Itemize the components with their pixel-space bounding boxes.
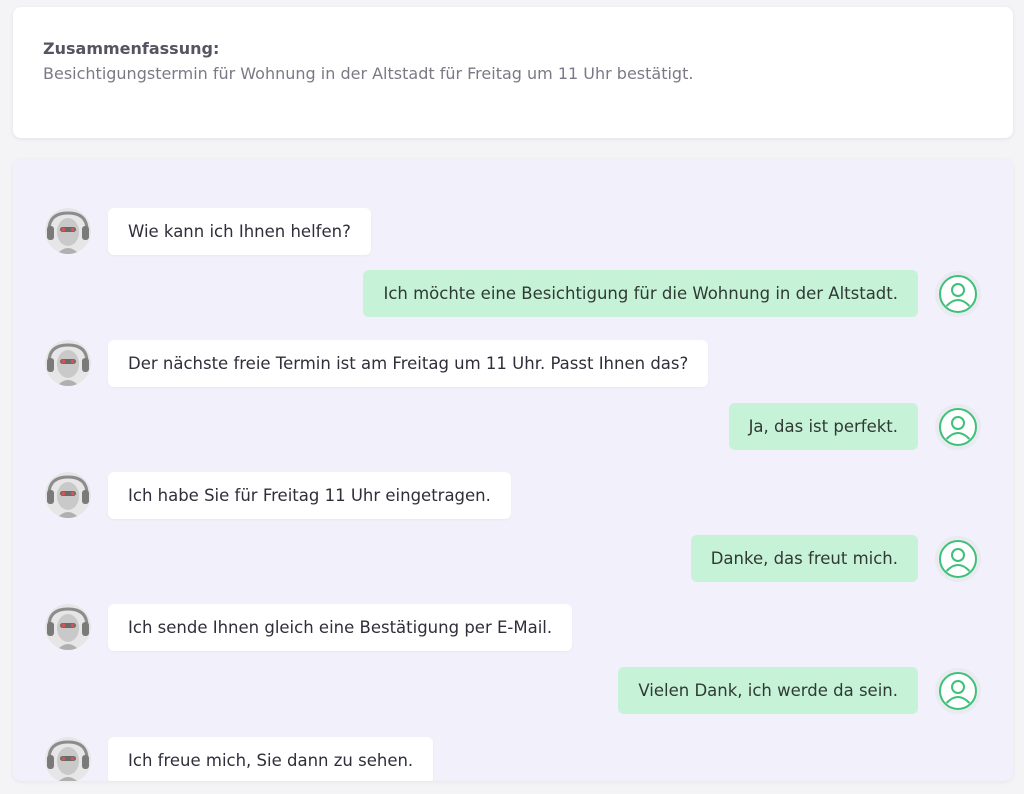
bot-message-bubble: Ich sende Ihnen gleich eine Bestätigung … [108,604,573,651]
user-avatar-icon [935,536,981,582]
message-row-bot: Ich sende Ihnen gleich eine Bestätigung … [13,604,1013,652]
summary-text: Besichtigungstermin für Wohnung in der A… [43,64,694,83]
message-row-bot: Der nächste freie Termin ist am Freitag … [13,340,1013,388]
robot-avatar-icon [45,737,91,781]
message-row-user: Danke, das freut mich. [13,535,1013,583]
bot-message-bubble: Wie kann ich Ihnen helfen? [108,208,371,255]
message-row-user: Vielen Dank, ich werde da sein. [13,667,1013,715]
bot-message-bubble: Ich freue mich, Sie dann zu sehen. [108,737,434,781]
message-row-user: Ja, das ist perfekt. [13,403,1013,451]
robot-avatar-icon [45,472,91,518]
user-message-bubble: Danke, das freut mich. [690,535,918,582]
message-row-bot: Wie kann ich Ihnen helfen? [13,208,1013,256]
message-row-user: Ich möchte eine Besichtigung für die Woh… [13,270,1013,318]
robot-avatar-icon [45,604,91,650]
user-message-bubble: Ich möchte eine Besichtigung für die Woh… [363,270,918,317]
bot-message-bubble: Der nächste freie Termin ist am Freitag … [108,340,709,387]
robot-avatar-icon [45,208,91,254]
user-avatar-icon [935,668,981,714]
robot-avatar-icon [45,340,91,386]
user-message-bubble: Vielen Dank, ich werde da sein. [618,667,918,714]
bot-message-bubble: Ich habe Sie für Freitag 11 Uhr eingetra… [108,472,511,519]
user-message-bubble: Ja, das ist perfekt. [728,403,918,450]
message-row-bot: Ich freue mich, Sie dann zu sehen. [13,737,1013,781]
summary-card: Zusammenfassung: Besichtigungstermin für… [13,7,1013,138]
chat-panel[interactable]: Wie kann ich Ihnen helfen? Ich möchte ei… [13,159,1013,781]
user-avatar-icon [935,271,981,317]
user-avatar-icon [935,404,981,450]
message-row-bot: Ich habe Sie für Freitag 11 Uhr eingetra… [13,472,1013,520]
summary-title: Zusammenfassung: [43,39,220,58]
